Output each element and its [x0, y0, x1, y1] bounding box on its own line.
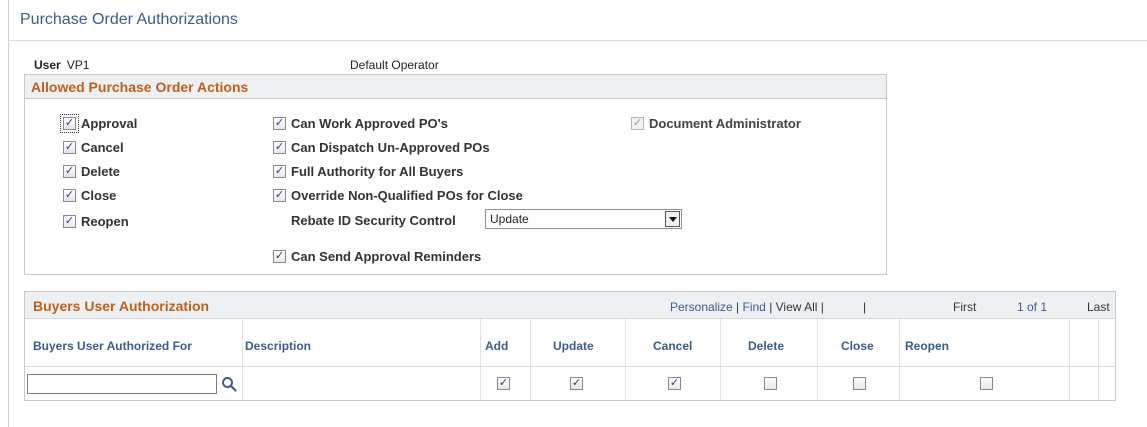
col-cancel: Cancel: [653, 339, 693, 353]
override-nonqualified-checkbox[interactable]: ✓: [273, 189, 286, 202]
cancel-checkbox-item[interactable]: ✓ Cancel: [63, 140, 124, 155]
reopen-checkbox-item[interactable]: ✓ Reopen: [63, 214, 129, 229]
row-reopen-checkbox[interactable]: ✓: [980, 377, 993, 390]
cancel-checkbox[interactable]: ✓: [63, 141, 76, 154]
grid-toolbar: Personalize | Find | View All |: [670, 300, 824, 314]
col-description: Description: [245, 339, 312, 353]
buyers-authorization-grid: Buyers User Authorization Personalize | …: [24, 291, 1116, 401]
approval-reminders-label: Can Send Approval Reminders: [291, 249, 482, 264]
column-divider: [1069, 319, 1070, 400]
full-authority-checkbox-item[interactable]: ✓ Full Authority for All Buyers: [273, 164, 463, 179]
dispatch-unapproved-label: Can Dispatch Un-Approved POs: [291, 140, 490, 155]
row-update-checkbox[interactable]: ✓: [570, 377, 583, 390]
column-divider: [480, 319, 481, 400]
dispatch-unapproved-checkbox-item[interactable]: ✓ Can Dispatch Un-Approved POs: [273, 140, 490, 155]
user-label: User: [34, 58, 61, 72]
row-delete-checkbox[interactable]: ✓: [764, 377, 777, 390]
close-checkbox-item[interactable]: ✓ Close: [63, 188, 116, 203]
personalize-link[interactable]: Personalize: [670, 300, 733, 314]
cancel-label: Cancel: [81, 140, 124, 155]
column-divider: [530, 319, 531, 400]
rebate-security-value: Update: [490, 212, 529, 226]
rebate-security-select[interactable]: Update: [485, 209, 682, 229]
reopen-checkbox[interactable]: ✓: [63, 215, 76, 228]
user-description: Default Operator: [350, 58, 439, 72]
reopen-label: Reopen: [81, 214, 129, 229]
col-close: Close: [841, 339, 874, 353]
full-authority-label: Full Authority for All Buyers: [291, 164, 464, 179]
allowed-actions-group: Allowed Purchase Order Actions ✓ Approval…: [24, 74, 887, 275]
override-nonqualified-label: Override Non-Qualified POs for Close: [291, 188, 523, 203]
grid-title: Buyers User Authorization: [33, 298, 210, 314]
work-approved-checkbox[interactable]: ✓: [273, 117, 286, 130]
find-link[interactable]: Find: [743, 300, 766, 314]
col-delete: Delete: [748, 339, 785, 353]
work-approved-label: Can Work Approved PO's: [291, 116, 448, 131]
allowed-actions-title: Allowed Purchase Order Actions: [25, 75, 886, 99]
override-nonqualified-checkbox-item[interactable]: ✓ Override Non-Qualified POs for Close: [273, 188, 523, 203]
delete-label: Delete: [81, 164, 121, 179]
close-checkbox[interactable]: ✓: [63, 189, 76, 202]
document-admin-checkbox-item: ✓ Document Administrator: [631, 116, 801, 131]
col-buyers-user: Buyers User Authorized For: [33, 339, 192, 353]
column-divider: [1098, 319, 1099, 400]
range-indicator: 1 of 1: [1017, 300, 1048, 314]
page-title: Purchase Order Authorizations: [20, 11, 238, 28]
title-divider: [8, 40, 1147, 41]
row-add-checkbox[interactable]: ✓: [497, 377, 510, 390]
view-all-link[interactable]: View All: [776, 300, 818, 314]
document-admin-label: Document Administrator: [649, 116, 801, 131]
column-divider: [899, 319, 900, 400]
last-link[interactable]: Last: [1087, 300, 1110, 314]
frame-left-border: [8, 0, 9, 427]
buyer-user-input[interactable]: [27, 374, 217, 394]
nav-separator-pipe: |: [863, 300, 867, 314]
row-close-checkbox[interactable]: ✓: [853, 377, 866, 390]
approval-checkbox[interactable]: ✓: [60, 114, 79, 133]
approval-reminders-checkbox-item[interactable]: ✓ Can Send Approval Reminders: [273, 249, 481, 264]
column-divider: [625, 319, 626, 400]
delete-checkbox[interactable]: ✓: [63, 165, 76, 178]
document-admin-checkbox: ✓: [631, 117, 644, 130]
delete-checkbox-item[interactable]: ✓ Delete: [63, 164, 120, 179]
col-update: Update: [553, 339, 594, 353]
dispatch-unapproved-checkbox[interactable]: ✓: [273, 141, 286, 154]
col-add: Add: [485, 339, 509, 353]
close-label: Close: [81, 188, 117, 203]
work-approved-checkbox-item[interactable]: ✓ Can Work Approved PO's: [273, 116, 448, 131]
approval-label: Approval: [81, 116, 138, 131]
column-divider: [242, 319, 243, 400]
col-reopen: Reopen: [905, 339, 950, 353]
lookup-search-icon[interactable]: [221, 376, 237, 392]
full-authority-checkbox[interactable]: ✓: [273, 165, 286, 178]
column-divider: [817, 319, 818, 400]
approval-reminders-checkbox[interactable]: ✓: [273, 250, 286, 263]
column-divider: [720, 319, 721, 400]
dropdown-arrow-icon[interactable]: [665, 211, 680, 227]
user-info: User VP1: [34, 58, 89, 72]
nav-separator: |: [820, 300, 824, 314]
approval-checkbox-item[interactable]: ✓ Approval: [60, 114, 138, 133]
row-cancel-checkbox[interactable]: ✓: [668, 377, 681, 390]
grid-header-bar: Buyers User Authorization Personalize | …: [25, 292, 1115, 319]
header-row-divider: [25, 366, 1115, 367]
rebate-security-label: Rebate ID Security Control: [291, 213, 456, 228]
first-link[interactable]: First: [953, 300, 976, 314]
user-id: VP1: [66, 58, 90, 72]
